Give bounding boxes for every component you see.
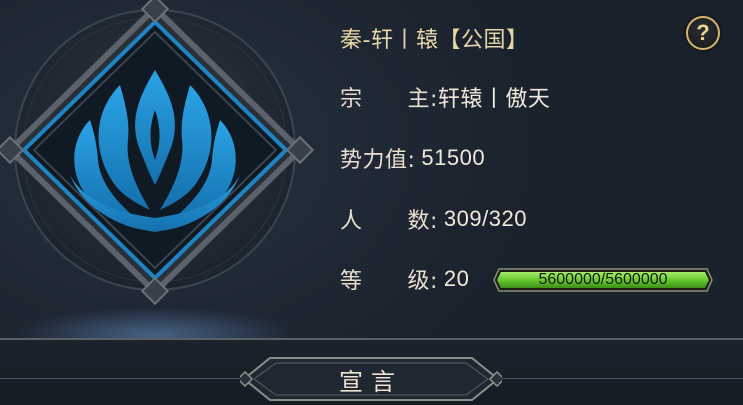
declaration-tab[interactable]: 宣言 — [240, 354, 502, 404]
guild-info: 秦-轩丨辕【公国】 ? 宗 主: 轩辕丨傲天 势力值: 51500 人 数: 3… — [0, 0, 743, 330]
power-label: 势力值: — [340, 148, 416, 173]
experience-bar: 5600000/5600000 — [493, 268, 713, 292]
members-label: 人 数: — [340, 209, 438, 234]
level-label: 等 级: — [340, 269, 438, 294]
level-row: 等 级: 20 — [340, 262, 469, 296]
leader-label: 宗 主: — [340, 87, 438, 112]
question-mark-icon: ? — [696, 20, 710, 45]
guild-info-panel: 秦-轩丨辕【公国】 ? 宗 主: 轩辕丨傲天 势力值: 51500 人 数: 3… — [0, 0, 743, 405]
level-value: 20 — [443, 266, 470, 291]
guild-name: 秦-轩丨辕【公国】 — [340, 28, 529, 53]
help-button[interactable]: ? — [686, 16, 720, 50]
power-value: 51500 — [421, 145, 486, 170]
leader-row: 宗 主: 轩辕丨傲天 — [340, 80, 550, 114]
power-row: 势力值: 51500 — [340, 141, 485, 175]
leader-value: 轩辕丨傲天 — [437, 87, 551, 112]
members-row: 人 数: 309/320 — [340, 202, 527, 236]
experience-text: 5600000/5600000 — [538, 271, 668, 288]
bottom-bar: 宣言 — [0, 338, 743, 405]
declaration-tab-label: 宣言 — [339, 367, 403, 396]
members-value: 309/320 — [443, 206, 527, 231]
